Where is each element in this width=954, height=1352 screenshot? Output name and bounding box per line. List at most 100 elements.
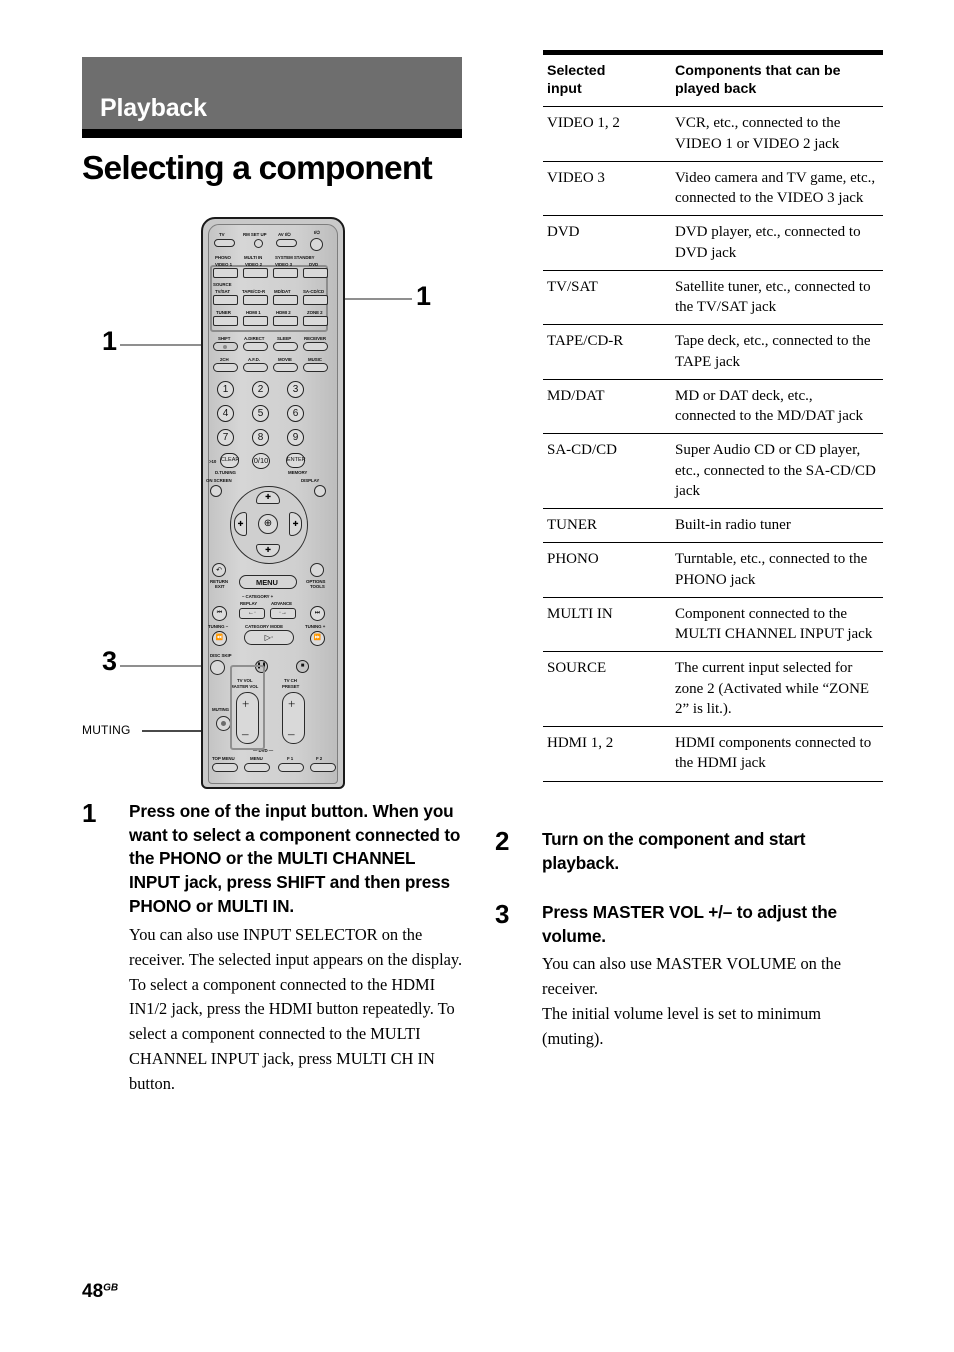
afd-button[interactable]: [243, 363, 268, 372]
receiver-button[interactable]: [303, 342, 328, 351]
dvd-top-menu-button[interactable]: [212, 763, 238, 772]
table-head: Selected input Components that can be pl…: [543, 55, 883, 108]
page-title: Selecting a component: [82, 150, 433, 187]
av-power-button[interactable]: [276, 239, 297, 247]
dvd-menu-button[interactable]: [244, 763, 270, 772]
callout-number-input-group: 1: [416, 281, 432, 311]
replay-button[interactable]: ←·: [239, 608, 265, 619]
number-button-8[interactable]: 8: [252, 429, 269, 446]
hdmi1-button[interactable]: [243, 316, 268, 326]
sacd-cd-button[interactable]: [303, 295, 328, 305]
number-button-2[interactable]: 2: [252, 381, 269, 398]
cell-input: TAPE/CD-R: [543, 324, 671, 380]
step-1: 1 Press one of the input button. When yo…: [82, 800, 467, 1097]
button-label-multi-in: MULTI IN: [244, 255, 263, 260]
number-button-6[interactable]: 6: [287, 405, 304, 422]
button-label-dvd-menu: MENU: [250, 756, 263, 761]
video3-button[interactable]: [273, 268, 298, 278]
number-button-4[interactable]: 4: [217, 405, 234, 422]
number-button-1[interactable]: 1: [217, 381, 234, 398]
nav-enter-button[interactable]: ⊕: [258, 514, 278, 534]
button-label-tv: TV: [219, 232, 225, 237]
button-label-disc-skip: DISC SKIP: [210, 653, 232, 658]
nav-up-button[interactable]: ✚: [256, 491, 280, 504]
return-exit-button[interactable]: ↶: [212, 563, 226, 577]
cell-components: DVD player, etc., connected to DVD jack: [671, 215, 883, 271]
button-label-tuning-plus: TUNING +: [305, 624, 326, 629]
cell-components: HDMI components connected to the HDMI ja…: [671, 726, 883, 782]
table-body: VIDEO 1, 2 VCR, etc., connected to the VI…: [543, 106, 883, 782]
tuner-button[interactable]: [213, 316, 238, 326]
button-label-main-power: I/⏻: [314, 230, 320, 235]
number-button-5[interactable]: 5: [252, 405, 269, 422]
table-row: TV/SAT Satellite tuner, etc., connected t…: [543, 270, 883, 326]
step-1-body: You can also use INPUT SELECTOR on the r…: [129, 924, 463, 1094]
video2-button[interactable]: [243, 268, 268, 278]
tape-cdr-button[interactable]: [243, 295, 268, 305]
table-row: VIDEO 3 Video camera and TV game, etc., c…: [543, 161, 883, 217]
category-label: – CATEGORY +: [242, 594, 274, 599]
md-dat-button[interactable]: [273, 295, 298, 305]
button-label-advance: ADVANCE: [271, 601, 293, 606]
cell-input: VIDEO 1, 2: [543, 106, 671, 162]
shift-button-dot: [223, 345, 227, 349]
play-button[interactable]: ▷·: [244, 630, 294, 645]
button-label-rm-setup: RM SET UP: [243, 232, 267, 237]
button-label-tuner: TUNER: [216, 310, 231, 315]
button-label-afd: A.F.D.: [248, 357, 260, 362]
f2-button[interactable]: [310, 763, 336, 772]
button-label-f2: F 2: [316, 756, 323, 761]
cell-input: HDMI 1, 2: [543, 726, 671, 782]
hdmi2-button[interactable]: [273, 316, 298, 326]
tv-button[interactable]: [214, 239, 235, 247]
dvd-button[interactable]: [303, 268, 328, 278]
tvsat-button[interactable]: [213, 295, 238, 305]
cell-input: MULTI IN: [543, 597, 671, 653]
prev-track-button[interactable]: ⏮: [212, 606, 227, 621]
two-ch-button[interactable]: [213, 363, 238, 372]
stop-button[interactable]: ■: [296, 660, 309, 673]
number-button-9[interactable]: 9: [287, 429, 304, 446]
button-label-system-standby: SYSTEM STANDBY: [275, 255, 315, 260]
disc-skip-button[interactable]: [210, 660, 225, 675]
zone2-button[interactable]: [303, 316, 328, 326]
display-button[interactable]: [314, 485, 326, 497]
number-button-3[interactable]: 3: [287, 381, 304, 398]
master-volume-group-highlight: [230, 665, 265, 750]
on-screen-button[interactable]: [210, 485, 222, 497]
sleep-button[interactable]: [273, 342, 298, 351]
cell-input: SA-CD/CD: [543, 433, 671, 510]
button-label-display: DISPLAY: [301, 478, 320, 483]
table-header-selected-input-line1: Selected: [547, 63, 606, 79]
f1-button[interactable]: [278, 763, 304, 772]
clear-button[interactable]: CLEAR: [220, 453, 239, 468]
cell-components: Tape deck, etc., connected to the TAPE j…: [671, 324, 883, 380]
table-row: PHONO Turntable, etc., connected to the P…: [543, 542, 883, 598]
number-button-7[interactable]: 7: [217, 429, 234, 446]
button-label-tvsat: TV/SAT: [215, 289, 230, 294]
button-label-receiver: RECEIVER: [304, 336, 327, 341]
button-label-hdmi2: HDMI 2: [276, 310, 291, 315]
cell-components: Satellite tuner, etc., connected to the …: [671, 270, 883, 326]
table-row: MULTI IN Component connected to the MULTI…: [543, 597, 883, 653]
rm-setup-button[interactable]: [254, 239, 263, 248]
music-button[interactable]: [303, 363, 328, 372]
nav-left-button[interactable]: ✚: [234, 512, 247, 536]
page-number-suffix: GB: [103, 1282, 119, 1294]
button-label-sacd-cd: SA-CD/CD: [303, 289, 325, 294]
options-tools-button[interactable]: [310, 563, 324, 577]
video1-button[interactable]: [213, 268, 238, 278]
button-label-tv-ch: TV CH: [284, 678, 297, 683]
advance-button[interactable]: ·→: [270, 608, 296, 619]
enter-button[interactable]: ENTER: [286, 453, 306, 468]
a-direct-button[interactable]: [243, 342, 268, 351]
rewind-button[interactable]: ⏪: [212, 631, 227, 646]
button-label-hdmi1: HDMI 1: [246, 310, 261, 315]
zero-ten-button[interactable]: 0/10: [252, 453, 270, 469]
button-label-tuning-minus: TUNING –: [208, 624, 229, 629]
fast-forward-button[interactable]: ⏩: [310, 631, 325, 646]
next-track-button[interactable]: ⏭: [310, 606, 325, 621]
table-row: TUNER Built-in radio tuner: [543, 508, 883, 544]
movie-button[interactable]: [273, 363, 298, 372]
main-power-button[interactable]: [310, 238, 323, 251]
